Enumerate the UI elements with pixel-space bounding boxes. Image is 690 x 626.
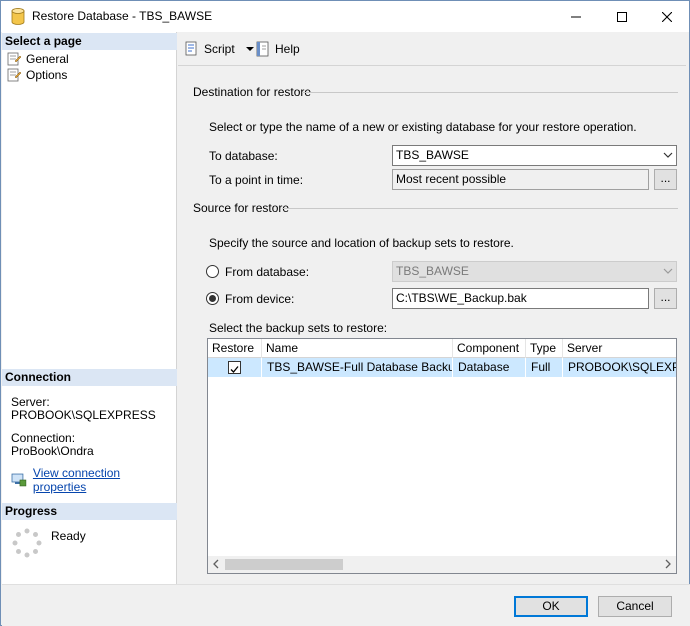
to-database-label: To database: xyxy=(209,149,278,163)
help-label: Help xyxy=(275,42,300,56)
dialog-footer: OK Cancel xyxy=(2,584,690,626)
scroll-left-icon[interactable] xyxy=(211,559,221,569)
maximize-icon xyxy=(617,11,627,22)
server-value: PROBOOK\SQLEXPRESS xyxy=(11,408,156,422)
page-icon xyxy=(7,68,22,82)
script-label: Script xyxy=(204,42,235,56)
horizontal-scrollbar[interactable] xyxy=(208,556,676,573)
window-title: Restore Database - TBS_BAWSE xyxy=(32,9,213,23)
from-device-label[interactable]: From device: xyxy=(225,292,294,306)
left-pane: Select a page General Options Connection… xyxy=(2,32,177,584)
page-item-general[interactable]: General xyxy=(6,51,69,67)
type-cell: Full xyxy=(526,358,563,377)
title-bar[interactable]: Restore Database - TBS_BAWSE xyxy=(1,1,689,32)
help-button[interactable]: Help xyxy=(255,40,300,58)
scroll-right-icon[interactable] xyxy=(663,559,673,569)
chevron-down-icon xyxy=(663,152,673,158)
chevron-down-icon xyxy=(663,268,673,274)
progress-spinner-icon xyxy=(12,528,42,558)
scrollbar-thumb[interactable] xyxy=(225,559,343,570)
destination-divider xyxy=(302,92,678,93)
page-item-label: Options xyxy=(26,68,68,82)
page-icon xyxy=(7,52,22,66)
destination-instruction: Select or type the name of a new or exis… xyxy=(209,120,637,134)
table-row[interactable]: TBS_BAWSE-Full Database Backup Database … xyxy=(208,358,676,377)
progress-header: Progress xyxy=(2,503,177,520)
from-database-radio[interactable] xyxy=(206,265,219,278)
connection-header: Connection xyxy=(2,369,177,386)
connection-properties-icon xyxy=(11,473,27,487)
progress-status: Ready xyxy=(51,529,86,543)
source-group-title: Source for restore xyxy=(193,201,290,215)
grid-header: Restore Name Component Type Server xyxy=(208,339,676,358)
chevron-down-icon xyxy=(245,47,254,51)
backup-sets-grid[interactable]: Restore Name Component Type Server TBS_B… xyxy=(207,338,677,574)
restore-cell xyxy=(208,358,262,377)
column-header-restore[interactable]: Restore xyxy=(208,339,262,358)
source-divider xyxy=(282,208,678,209)
restore-checkbox[interactable] xyxy=(228,361,241,374)
cancel-button[interactable]: Cancel xyxy=(598,596,672,617)
from-device-field[interactable]: C:\TBS\WE_Backup.bak xyxy=(392,288,649,309)
backup-sets-label: Select the backup sets to restore: xyxy=(209,321,388,335)
restore-database-dialog: Restore Database - TBS_BAWSE Select a pa… xyxy=(0,0,690,626)
close-icon xyxy=(662,11,672,22)
to-database-value: TBS_BAWSE xyxy=(396,148,469,162)
ok-button[interactable]: OK xyxy=(514,596,588,617)
source-instruction: Specify the source and location of backu… xyxy=(209,236,514,250)
maximize-button[interactable] xyxy=(599,1,645,32)
script-button[interactable]: Script xyxy=(184,40,255,58)
close-button[interactable] xyxy=(644,1,690,32)
view-connection-properties-link[interactable]: View connection properties xyxy=(11,466,176,494)
destination-group-title: Destination for restore xyxy=(193,85,312,99)
to-database-combobox[interactable]: TBS_BAWSE xyxy=(392,145,677,166)
select-page-header: Select a page xyxy=(2,33,177,50)
from-device-value: C:\TBS\WE_Backup.bak xyxy=(396,291,527,305)
server-label: Server: xyxy=(11,395,50,409)
column-header-component[interactable]: Component xyxy=(453,339,526,358)
name-cell: TBS_BAWSE-Full Database Backup xyxy=(262,358,453,377)
general-page-content: Destination for restore Select or type t… xyxy=(178,65,686,584)
help-icon xyxy=(256,41,269,57)
minimize-icon xyxy=(571,16,581,17)
from-database-combobox: TBS_BAWSE xyxy=(392,261,677,282)
script-icon xyxy=(185,41,197,56)
column-header-name[interactable]: Name xyxy=(262,339,453,358)
page-item-options[interactable]: Options xyxy=(6,67,67,83)
from-device-radio[interactable] xyxy=(206,292,219,305)
connection-label: Connection: xyxy=(11,431,76,445)
checkmark-icon xyxy=(230,366,239,373)
point-in-time-label: To a point in time: xyxy=(209,173,304,187)
column-header-server[interactable]: Server xyxy=(563,339,676,358)
connection-value: ProBook\Ondra xyxy=(11,444,94,458)
minimize-button[interactable] xyxy=(553,1,599,32)
point-in-time-field: Most recent possible xyxy=(392,169,649,190)
from-database-label[interactable]: From database: xyxy=(225,265,309,279)
database-icon xyxy=(11,8,25,25)
point-in-time-browse-button[interactable]: ... xyxy=(654,169,677,190)
server-cell: PROBOOK\SQLEXPRESS xyxy=(568,360,676,374)
point-in-time-value: Most recent possible xyxy=(396,172,507,186)
toolbar: Script Help xyxy=(178,32,689,65)
column-header-type[interactable]: Type xyxy=(526,339,563,358)
from-database-value: TBS_BAWSE xyxy=(396,264,469,278)
page-item-label: General xyxy=(26,52,69,66)
view-connection-properties-text: View connection properties xyxy=(32,466,121,494)
component-cell: Database xyxy=(453,358,526,377)
from-device-browse-button[interactable]: ... xyxy=(654,288,677,309)
